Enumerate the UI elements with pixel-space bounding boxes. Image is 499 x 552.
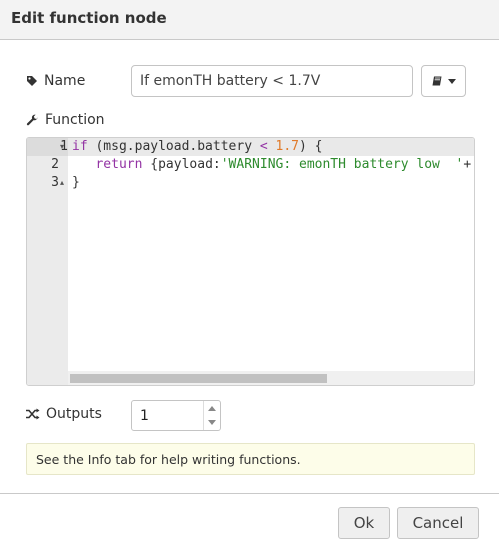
outputs-value[interactable]: 1 — [140, 408, 149, 424]
spinner-arrows — [203, 401, 220, 430]
line-number: 3 — [51, 175, 59, 190]
code-token: + — [463, 157, 472, 172]
horizontal-scrollbar[interactable] — [68, 371, 474, 385]
name-input[interactable] — [131, 65, 413, 97]
code-line[interactable]: if (msg.payload.battery < 1.7) { — [68, 138, 474, 156]
library-menu-button[interactable] — [421, 65, 466, 97]
code-token: ) { — [298, 139, 323, 154]
outputs-spinner[interactable]: 1 — [131, 400, 221, 431]
random-icon — [26, 408, 40, 420]
editor-gutter: 1 ▾ 2 3 ▴ — [27, 138, 68, 385]
code-token: } — [72, 175, 80, 190]
code-line[interactable]: return {payload:'WARNING: emonTH battery… — [72, 156, 471, 174]
code-token: {payload: — [150, 157, 221, 172]
cancel-button[interactable]: Cancel — [397, 507, 479, 539]
ok-button[interactable]: Ok — [338, 507, 390, 539]
code-token: (msg.payload.battery — [87, 139, 260, 154]
function-label: Function — [45, 112, 105, 128]
caret-down-icon — [447, 78, 456, 84]
outputs-label-group: Outputs — [26, 406, 102, 422]
dialog-header: Edit function node — [0, 0, 499, 40]
function-label-group: Function — [26, 112, 105, 128]
spinner-down-icon[interactable] — [208, 420, 216, 425]
dialog-title: Edit function node — [11, 9, 167, 27]
code-token: if — [72, 139, 88, 154]
book-icon — [432, 72, 444, 91]
fold-open-icon[interactable]: ▾ — [60, 138, 64, 156]
name-label-group: Name — [26, 73, 85, 89]
code-token: return — [72, 157, 151, 172]
outputs-label: Outputs — [46, 406, 102, 422]
scrollbar-thumb[interactable] — [70, 374, 327, 383]
code-token: 'WARNING: emonTH battery low ' — [220, 157, 464, 172]
spinner-up-icon[interactable] — [208, 406, 216, 411]
code-token: < — [259, 139, 268, 154]
line-number: 2 — [51, 157, 59, 172]
fold-close-icon[interactable]: ▴ — [60, 174, 64, 192]
code-token: 1.7 — [275, 139, 299, 154]
tag-icon — [26, 75, 38, 87]
help-tip: See the Info tab for help writing functi… — [26, 443, 475, 475]
code-line[interactable]: } — [72, 174, 80, 192]
code-editor[interactable]: 1 ▾ 2 3 ▴ if (msg.payload.battery < 1.7)… — [26, 137, 475, 386]
wrench-icon — [26, 114, 39, 127]
name-label: Name — [44, 73, 86, 89]
